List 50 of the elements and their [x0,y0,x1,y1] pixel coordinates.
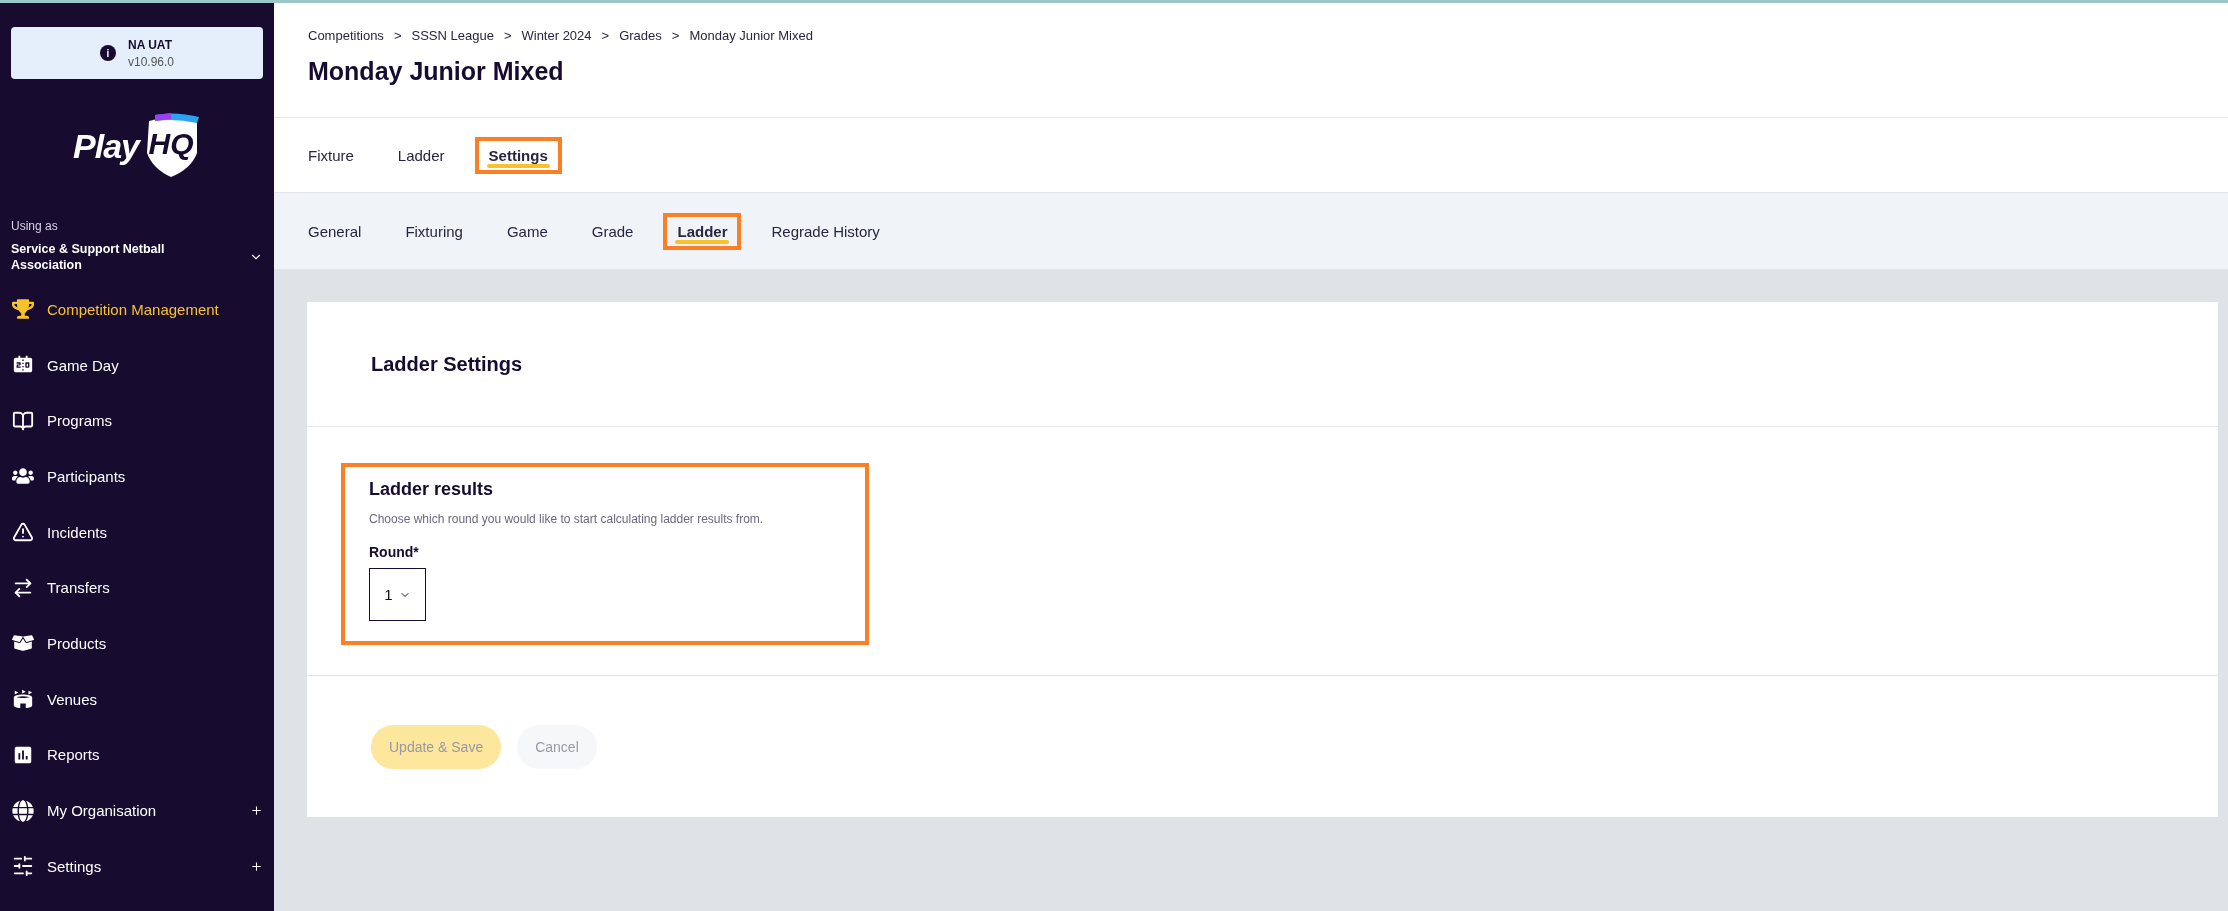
sliders-icon [12,855,34,878]
warning-icon [12,521,34,544]
globe-icon [12,799,34,822]
breadcrumb-separator: > [393,28,402,43]
sub-tab[interactable]: Fixturing [393,214,475,248]
section-description: Choose which round you would like to start calculating ladder results from. [369,512,765,526]
sub-tab[interactable]: Grade [579,214,646,248]
breadcrumb-separator: > [601,28,610,43]
breadcrumb-separator: > [671,28,680,43]
sidebar-item[interactable]: Incidents [11,504,263,560]
trophy-icon [12,298,34,321]
sidebar-item[interactable]: Venues [11,671,263,727]
page-title: Monday Junior Mixed [308,57,565,86]
using-as-label: Using as [11,219,59,233]
sidebar-item[interactable]: Reports [11,727,263,783]
plus-icon[interactable] [250,859,263,873]
breadcrumb-link[interactable]: SSSN League [411,28,494,43]
logo-word: Play [73,126,139,166]
tab[interactable]: Settings [476,138,560,172]
sidebar-item[interactable]: Game Day [11,337,263,393]
stadium-icon [12,688,34,711]
plus-icon[interactable] [250,804,263,818]
version-text: v10.96.0 [127,54,174,69]
environment-name: NA UAT [127,37,173,52]
swap-arrows-icon [12,576,34,599]
breadcrumb-separator: > [503,28,512,43]
info-icon: i [99,45,116,61]
sub-tab[interactable]: Ladder [665,214,740,248]
tab[interactable]: Ladder [385,138,457,172]
breadcrumb-link[interactable]: Winter 2024 [521,28,592,43]
tab[interactable]: Fixture [296,138,366,172]
sidebar-item[interactable]: Settings [11,838,263,895]
sub-tab[interactable]: Regrade History [759,214,892,248]
field-label: Round* [369,544,420,560]
round-select[interactable]: 1 [369,568,426,621]
sub-tab[interactable]: Game [494,214,560,248]
sidebar-item[interactable]: Transfers [11,559,263,616]
sidebar-item[interactable]: Products [11,615,263,672]
sidebar-item[interactable]: Participants [11,448,263,505]
sidebar-item[interactable]: Programs [11,392,263,449]
organisation-name: Service & Support Netball Association [11,241,166,274]
breadcrumb-link[interactable]: Monday Junior Mixed [689,28,813,43]
breadcrumb-link[interactable]: Competitions [308,28,384,43]
sidebar-item[interactable]: Competition Management [11,281,263,338]
sub-tab[interactable]: General [296,214,374,248]
sidebar-item[interactable]: My Organisation [11,782,263,839]
card-title: Ladder Settings [371,352,523,376]
book-icon [12,409,34,432]
section-title: Ladder results [369,479,495,500]
breadcrumb-link[interactable]: Grades [619,28,662,43]
